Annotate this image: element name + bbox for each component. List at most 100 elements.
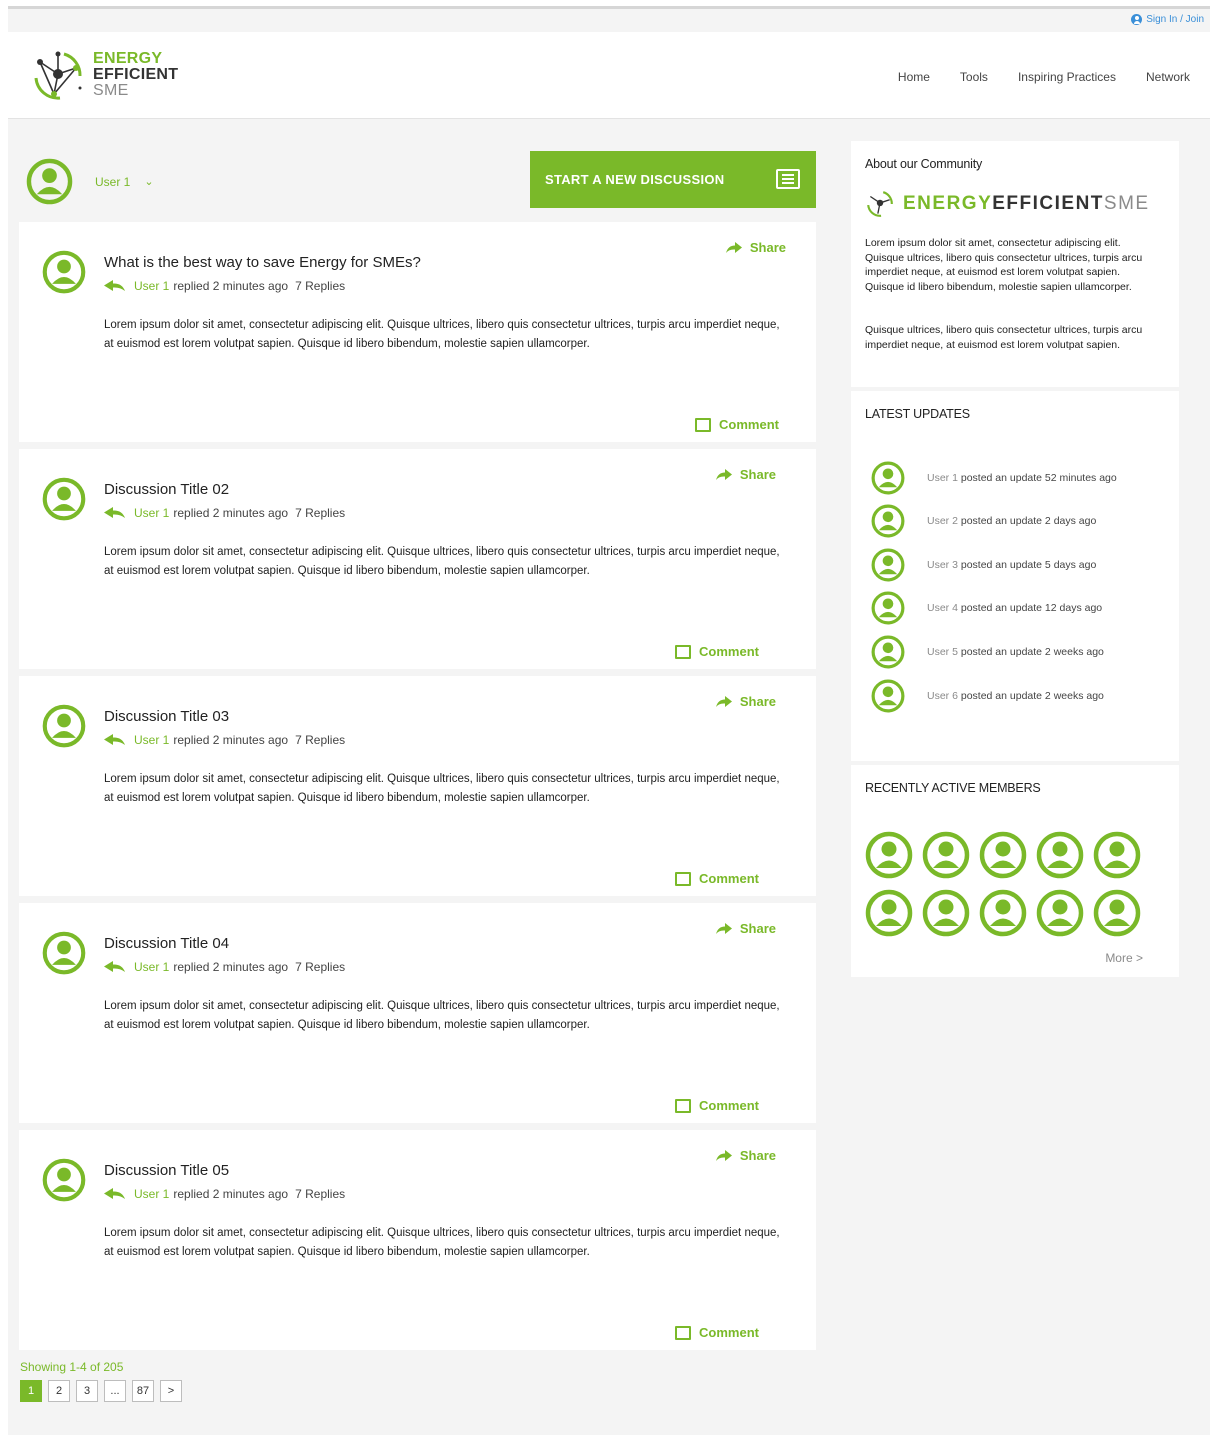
user-avatar-icon (871, 461, 905, 495)
page-87[interactable]: 87 (132, 1380, 154, 1402)
reply-time: replied 2 minutes ago (173, 960, 289, 974)
share-button[interactable]: Share (715, 1148, 776, 1163)
reply-user[interactable]: User 1 (134, 279, 169, 293)
update-user[interactable]: User 2 (927, 515, 958, 527)
reply-arrow-icon (104, 961, 125, 972)
nav-inspiring-practices[interactable]: Inspiring Practices (1018, 70, 1116, 84)
user-avatar-icon[interactable] (42, 477, 86, 521)
reply-user[interactable]: User 1 (134, 1187, 169, 1201)
discussion-title[interactable]: What is the best way to save Energy for … (104, 254, 421, 271)
reply-user[interactable]: User 1 (134, 506, 169, 520)
update-item[interactable]: User 1 posted an update 52 minutes ago (871, 461, 1117, 495)
user-avatar-icon[interactable] (42, 704, 86, 748)
user-avatar-icon[interactable] (42, 250, 86, 294)
reply-count: 7 Replies (295, 733, 346, 747)
user-avatar-icon (865, 831, 913, 879)
update-item[interactable]: User 2 posted an update 2 days ago (871, 504, 1096, 538)
member-avatar[interactable] (865, 831, 913, 884)
discussion-card[interactable]: Discussion Title 05 User 1 replied 2 minut… (19, 1130, 816, 1350)
discussion-card[interactable]: Discussion Title 04 User 1 replied 2 minut… (19, 903, 816, 1123)
comment-label: Comment (699, 1325, 759, 1340)
share-button[interactable]: Share (715, 921, 776, 936)
pagination: 1 2 3 ... 87 > (20, 1380, 182, 1402)
discussion-card[interactable]: What is the best way to save Energy for … (19, 222, 816, 442)
member-avatar[interactable] (1093, 889, 1141, 942)
sign-in-link[interactable]: Sign In / Join (1131, 14, 1204, 25)
about-community-panel: About our Community ENERGYEFFICIENTSME L… (851, 141, 1179, 387)
discussion-title[interactable]: Discussion Title 02 (104, 481, 229, 498)
share-button[interactable]: Share (725, 240, 786, 255)
comment-icon (675, 1325, 692, 1340)
nav-home[interactable]: Home (898, 70, 930, 84)
latest-updates-panel: LATEST UPDATES User 1 posted an update 5… (851, 391, 1179, 761)
page-1[interactable]: 1 (20, 1380, 42, 1402)
member-avatar[interactable] (1093, 831, 1141, 884)
reply-arrow-icon (104, 280, 125, 291)
comment-button[interactable]: Comment (675, 871, 759, 886)
share-label: Share (739, 1148, 776, 1163)
comment-button[interactable]: Comment (675, 1325, 759, 1340)
user-avatar-icon (26, 158, 73, 205)
comment-icon (695, 417, 712, 432)
comment-button[interactable]: Comment (675, 644, 759, 659)
comment-icon (675, 1098, 692, 1113)
page-2[interactable]: 2 (48, 1380, 70, 1402)
user-avatar-icon[interactable] (42, 1158, 86, 1202)
discussion-card[interactable]: Discussion Title 03 User 1 replied 2 minut… (19, 676, 816, 896)
update-user[interactable]: User 1 (927, 472, 958, 484)
discussion-meta: User 1 replied 2 minutes ago 7 Replies (104, 960, 345, 974)
share-arrow-icon (715, 922, 732, 934)
member-avatar[interactable] (1036, 889, 1084, 942)
discussion-card[interactable]: Discussion Title 02 User 1 replied 2 minut… (19, 449, 816, 669)
update-user[interactable]: User 5 (927, 646, 958, 658)
current-user-menu[interactable]: User 1 ⌄ (26, 158, 154, 205)
member-avatar[interactable] (865, 889, 913, 942)
update-user[interactable]: User 4 (927, 602, 958, 614)
user-avatar-icon (922, 889, 970, 937)
member-avatar[interactable] (979, 889, 1027, 942)
more-members-link[interactable]: More > (1105, 951, 1143, 965)
update-item[interactable]: User 5 posted an update 2 weeks ago (871, 635, 1104, 669)
share-button[interactable]: Share (715, 694, 776, 709)
update-item[interactable]: User 4 posted an update 12 days ago (871, 591, 1102, 625)
member-avatar[interactable] (979, 831, 1027, 884)
site-logo[interactable]: ENERGY EFFICIENT SME (30, 48, 190, 104)
member-avatar[interactable] (922, 831, 970, 884)
reply-count: 7 Replies (295, 960, 346, 974)
logo-line-energy: ENERGY (93, 50, 163, 67)
member-avatar[interactable] (1036, 831, 1084, 884)
reply-arrow-icon (104, 507, 125, 518)
update-item[interactable]: User 6 posted an update 2 weeks ago (871, 679, 1104, 713)
discussion-title[interactable]: Discussion Title 03 (104, 708, 229, 725)
about-paragraph-1: Lorem ipsum dolor sit amet, consectetur … (865, 237, 1143, 293)
page-ellipsis[interactable]: ... (104, 1380, 126, 1402)
main-nav: Home Tools Inspiring Practices Network (898, 70, 1190, 84)
update-user[interactable]: User 3 (927, 559, 958, 571)
share-button[interactable]: Share (715, 467, 776, 482)
member-avatar[interactable] (922, 889, 970, 942)
update-item[interactable]: User 3 posted an update 5 days ago (871, 548, 1096, 582)
comment-button[interactable]: Comment (675, 1098, 759, 1113)
page-next[interactable]: > (160, 1380, 182, 1402)
user-avatar-icon[interactable] (42, 931, 86, 975)
page-3[interactable]: 3 (76, 1380, 98, 1402)
update-text: User 3 posted an update 5 days ago (927, 559, 1096, 571)
nav-tools[interactable]: Tools (960, 70, 988, 84)
nav-network[interactable]: Network (1146, 70, 1190, 84)
update-user[interactable]: User 6 (927, 690, 958, 702)
update-time: posted an update 5 days ago (960, 559, 1097, 571)
comment-button[interactable]: Comment (695, 417, 779, 432)
reply-user[interactable]: User 1 (134, 960, 169, 974)
start-discussion-button[interactable]: START A NEW DISCUSSION (530, 151, 816, 208)
update-time: posted an update 2 weeks ago (960, 646, 1104, 658)
user-avatar-icon (865, 889, 913, 937)
discussion-body: Lorem ipsum dolor sit amet, consectetur … (104, 546, 780, 577)
brand-sme: SME (1103, 193, 1150, 214)
brand-efficient: EFFICIENT (992, 193, 1104, 214)
reply-count: 7 Replies (295, 279, 346, 293)
update-text: User 2 posted an update 2 days ago (927, 515, 1096, 527)
reply-user[interactable]: User 1 (134, 733, 169, 747)
comment-label: Comment (699, 1098, 759, 1113)
discussion-title[interactable]: Discussion Title 05 (104, 1162, 229, 1179)
discussion-title[interactable]: Discussion Title 04 (104, 935, 229, 952)
